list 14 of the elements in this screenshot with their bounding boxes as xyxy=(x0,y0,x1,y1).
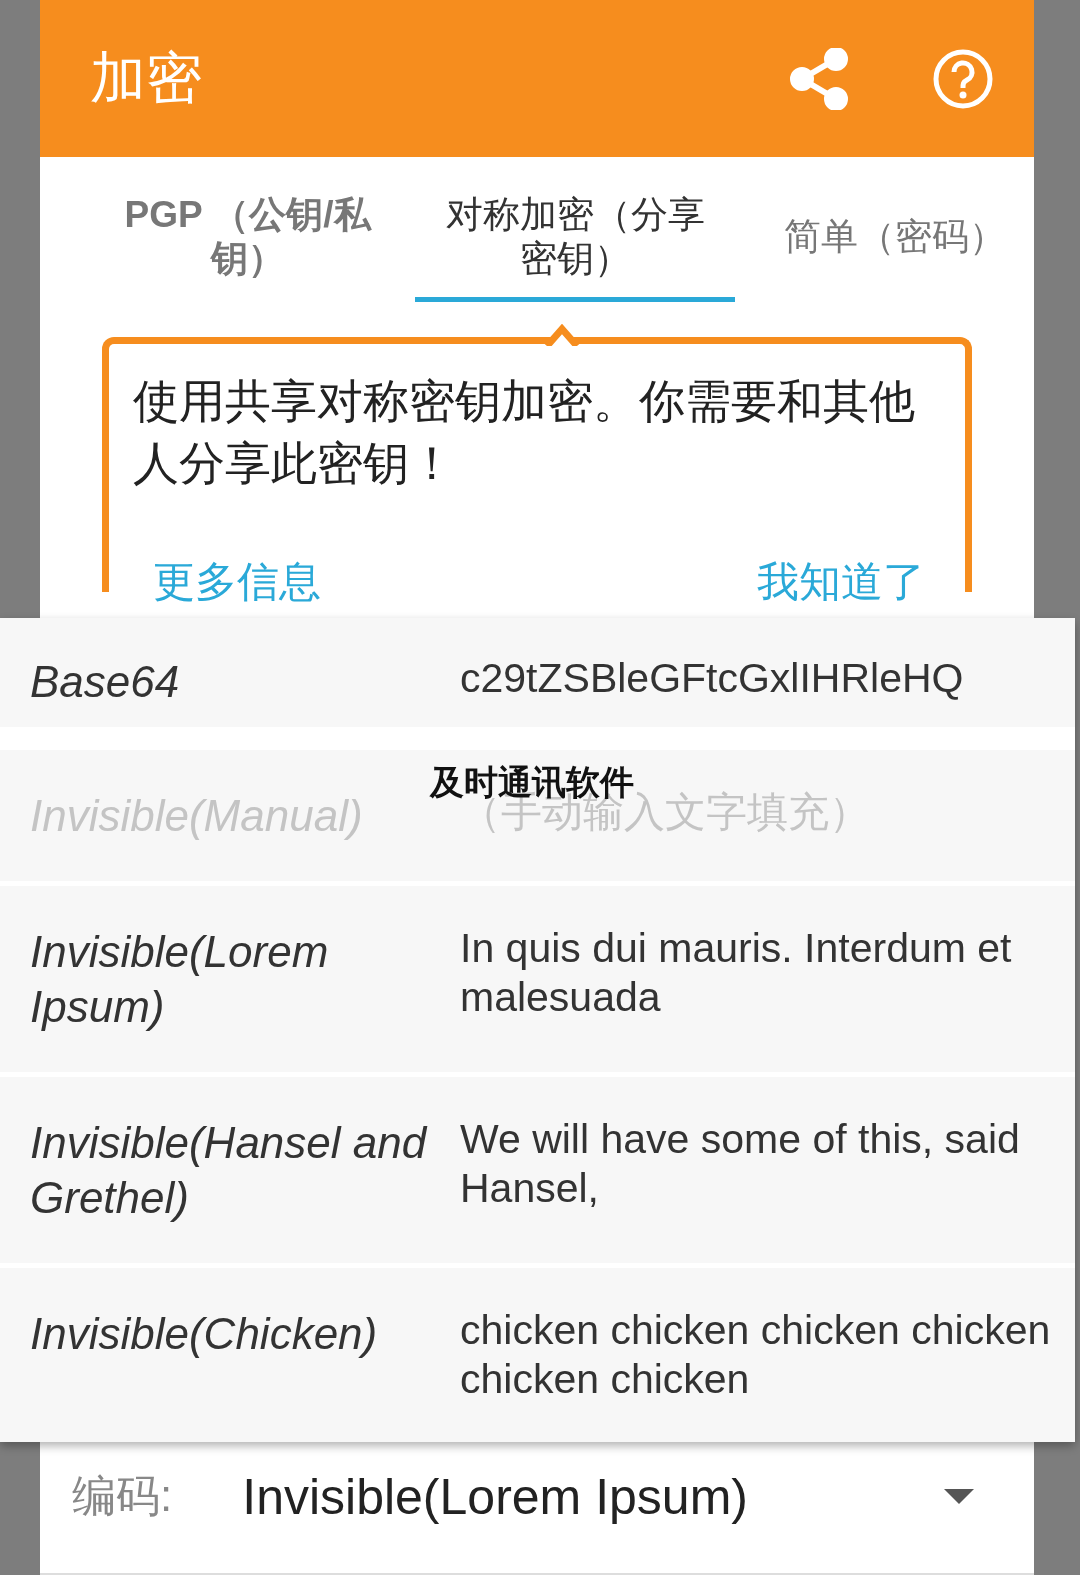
menu-item[interactable]: Invisible(Lorem Ipsum) In quis dui mauris. Interdum et malesuada xyxy=(0,886,1075,1072)
menu-item[interactable]: Base64 c29tZSBleGFtcGxlIHRleHQ xyxy=(0,618,1075,727)
share-icon[interactable] xyxy=(790,47,848,110)
tab[interactable]: PGP （公钥/私钥） xyxy=(80,157,415,302)
tooltip-text: 使用共享对称密钥加密。你需要和其他人分享此密钥！ xyxy=(133,374,916,492)
screen-title: 加密 xyxy=(90,44,202,111)
menu-item[interactable]: Invisible(Hansel and Grethel) We will have some of this, said Hansel, xyxy=(0,1077,1075,1263)
encoding-label: 编码: xyxy=(72,1470,173,1522)
tab[interactable]: 简单（密码） xyxy=(735,157,1055,302)
encoding-dropdown[interactable]: Invisible(Lorem Ipsum) xyxy=(242,1467,974,1526)
tab[interactable]: 对称加密（分享密钥） xyxy=(415,157,735,302)
menu-item[interactable]: Invisible(Chicken) chicken chicken chicken chicken chicken chicken xyxy=(0,1268,1075,1443)
help-icon[interactable] xyxy=(932,47,994,110)
caret-icon xyxy=(944,1488,974,1505)
